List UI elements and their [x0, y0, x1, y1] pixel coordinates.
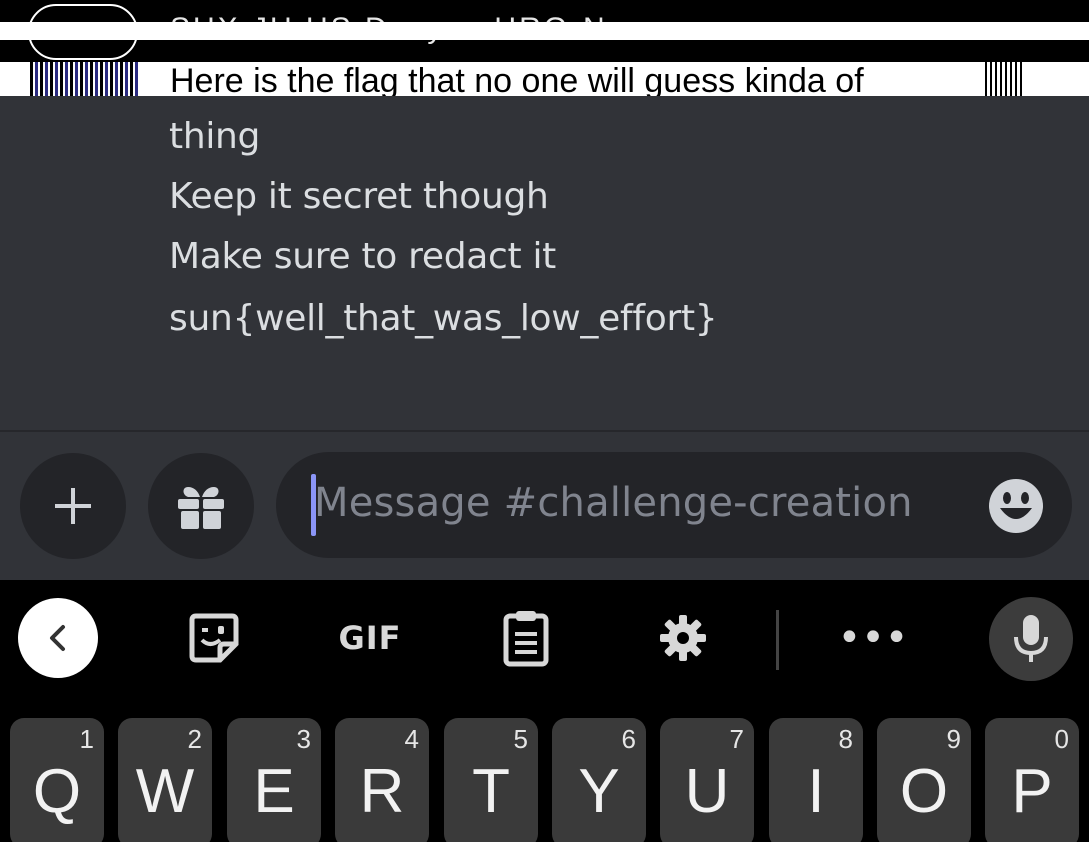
key-letter: T — [472, 757, 510, 826]
key-u[interactable]: 7U — [660, 718, 754, 842]
key-hint: 5 — [513, 724, 528, 754]
key-hint: 4 — [404, 724, 419, 754]
key-y[interactable]: 6Y — [552, 718, 646, 842]
key-w[interactable]: 2W — [118, 718, 212, 842]
flag-message-line: sun{well_that_was_low_effort} — [169, 298, 718, 339]
glitch-bars — [30, 62, 138, 96]
glitch-bars — [985, 62, 1025, 96]
key-letter: Y — [578, 757, 620, 826]
garbled-timestamp: SUX JU US Dcayaz URG-N — [170, 12, 608, 45]
glitched-header: SUX JU US Dcayaz URG-N Here is the flag … — [0, 0, 1089, 96]
key-q[interactable]: 1Q — [10, 718, 104, 842]
key-hint: 6 — [621, 724, 636, 754]
key-r[interactable]: 4R — [335, 718, 429, 842]
key-hint: 0 — [1054, 724, 1069, 754]
clear-text: guess — [634, 62, 745, 96]
message-line: Keep it secret though — [169, 176, 549, 217]
microphone-icon — [1014, 615, 1048, 662]
key-hint: 9 — [946, 724, 961, 754]
key-letter: P — [1011, 757, 1053, 826]
key-i[interactable]: 8I — [769, 718, 863, 842]
message-placeholder: Message #challenge-creation — [314, 480, 913, 526]
avatar — [28, 4, 138, 60]
key-p[interactable]: 0P — [985, 718, 1079, 842]
settings-icon — [660, 615, 706, 661]
message-area: thing Keep it secret though Make sure to… — [0, 96, 1089, 430]
key-hint: 1 — [79, 724, 94, 754]
more-options-button[interactable]: ••• — [838, 608, 909, 668]
emoji-icon[interactable] — [988, 478, 1044, 534]
key-e[interactable]: 3E — [227, 718, 321, 842]
message-line: thing — [169, 116, 261, 157]
key-letter: R — [359, 757, 405, 826]
garbled-message-line: Here is the flag that no one will guess … — [170, 62, 864, 96]
key-hint: 7 — [729, 724, 744, 754]
key-letter: U — [684, 757, 730, 826]
voice-input-button[interactable] — [989, 597, 1073, 681]
key-t[interactable]: 5T — [444, 718, 538, 842]
garbled-text: Here is the flag that no one will — [170, 62, 635, 96]
sticker-button[interactable] — [184, 608, 244, 668]
key-letter: Q — [32, 757, 82, 826]
back-chevron-icon — [50, 625, 65, 651]
message-input[interactable]: Message #challenge-creation — [276, 452, 1072, 558]
toolbar-separator — [776, 610, 779, 670]
gift-icon — [178, 487, 224, 529]
message-composer: Message #challenge-creation — [0, 432, 1089, 580]
sticker-icon — [189, 613, 239, 663]
clipboard-icon — [503, 611, 549, 667]
gif-button[interactable]: GIF — [330, 608, 410, 668]
key-letter: O — [899, 757, 949, 826]
keyboard-row: 1Q 2W 3E 4R 5T 6Y 7U 8I 9O 0P — [0, 698, 1089, 842]
garbled-text: kinda of — [744, 62, 864, 96]
message-line: Make sure to redact it — [169, 236, 556, 277]
keyboard-toolbar: GIF ••• — [0, 580, 1089, 698]
settings-button[interactable] — [656, 608, 710, 668]
clipboard-button[interactable] — [498, 608, 554, 668]
gift-button[interactable] — [148, 453, 254, 559]
key-hint: 8 — [838, 724, 853, 754]
key-letter: I — [807, 757, 825, 826]
key-o[interactable]: 9O — [877, 718, 971, 842]
key-letter: E — [253, 757, 295, 826]
key-letter: W — [135, 757, 195, 826]
plus-icon — [55, 488, 91, 524]
key-hint: 2 — [187, 724, 202, 754]
key-hint: 3 — [296, 724, 311, 754]
add-attachment-button[interactable] — [20, 453, 126, 559]
keyboard-back-button[interactable] — [18, 598, 98, 678]
